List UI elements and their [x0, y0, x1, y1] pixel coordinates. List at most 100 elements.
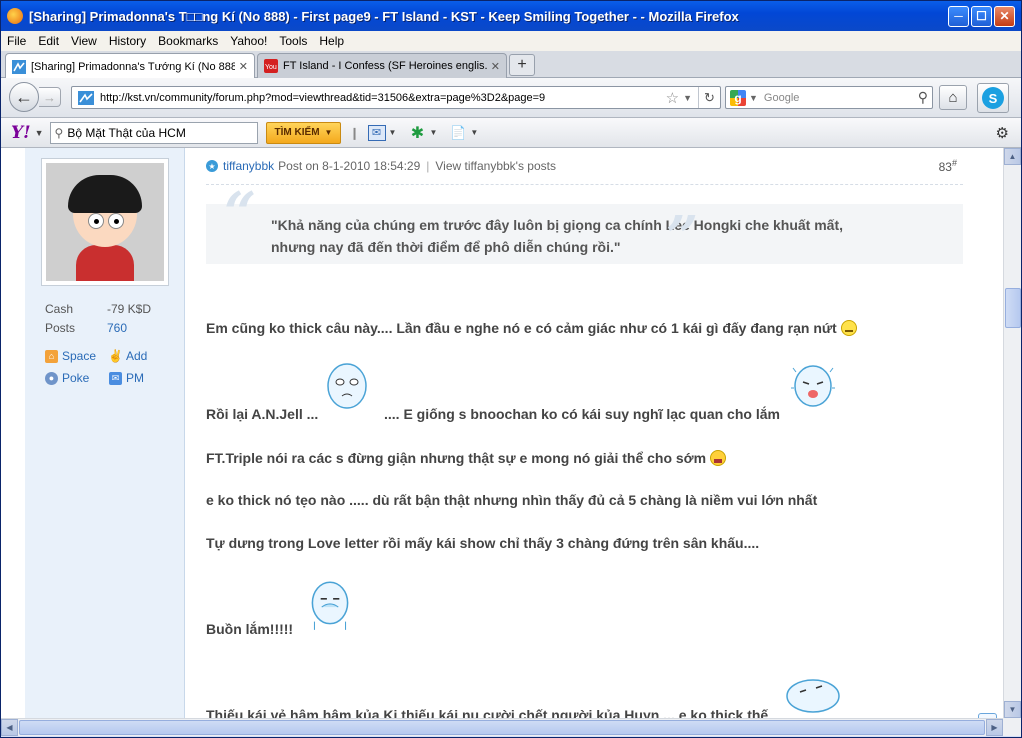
post-line: Em cũng ko thick câu này.... Lần đầu e n…	[206, 320, 857, 336]
menu-yahoo[interactable]: Yahoo!	[224, 34, 273, 48]
crying-blob-emoticon-icon	[791, 365, 835, 407]
scroll-right-arrow-icon[interactable]: ▶	[986, 719, 1003, 736]
post-date: Post on 8-1-2010 18:54:29	[278, 159, 421, 173]
pm-link[interactable]: ✉ PM	[109, 367, 173, 389]
menu-tools[interactable]: Tools	[273, 34, 313, 48]
page-content: Cash -79 K$D Posts 760 ⌂ Space ✌ Add ● Poke…	[1, 148, 1003, 718]
stat-posts: Posts 760	[45, 319, 151, 338]
forward-button[interactable]: →	[39, 87, 61, 107]
quote-line: nhưng nay đã đến thời điểm để phô diễn c…	[271, 239, 621, 255]
history-dropdown-icon[interactable]: ▼	[683, 93, 692, 103]
online-status-icon: ★	[206, 160, 218, 172]
scroll-down-arrow-icon[interactable]: ▼	[1004, 701, 1021, 718]
news-dropdown-icon[interactable]: ▼	[470, 128, 478, 137]
menu-edit[interactable]: Edit	[32, 34, 65, 48]
mail-icon[interactable]: ✉	[367, 124, 386, 141]
post-quote: “ ” "Khả năng của chúng em trước đây luô…	[206, 180, 963, 265]
address-bar[interactable]: http://kst.vn/community/forum.php?mod=vi…	[71, 86, 721, 109]
maximize-button[interactable]: ☐	[971, 5, 992, 27]
blob-emoticon-icon	[327, 363, 367, 409]
post-line: Rồi lại A.N.Jell ...	[206, 406, 319, 422]
menu-bar: File Edit View History Bookmarks Yahoo! …	[1, 31, 1021, 51]
scroll-up-arrow-icon[interactable]: ▲	[1004, 148, 1021, 165]
menu-help[interactable]: Help	[313, 34, 350, 48]
search-engine-dropdown-icon[interactable]: ▼	[749, 93, 758, 103]
navigation-toolbar: ← → http://kst.vn/community/forum.php?mo…	[1, 78, 1021, 118]
new-tab-button[interactable]: +	[509, 54, 535, 76]
menu-view[interactable]: View	[65, 34, 103, 48]
close-tab-icon[interactable]: ✕	[239, 60, 248, 73]
toolbar-separator-icon: ❙	[349, 125, 360, 140]
home-button[interactable]: ⌂	[939, 85, 967, 110]
sad-blob-emoticon-icon	[311, 581, 349, 630]
add-friend-link[interactable]: ✌ Add	[108, 345, 173, 367]
reload-icon[interactable]: ↻	[698, 87, 720, 108]
home-icon: ⌂	[45, 349, 58, 363]
post-number[interactable]: 83#	[939, 158, 957, 174]
poke-link[interactable]: ● Poke	[45, 367, 109, 389]
forum-post: ★ tiffanybbk Post on 8-1-2010 18:54:29 |…	[206, 148, 966, 718]
tab-youtube-label: FT Island - I Confess (SF Heroines engli…	[283, 60, 487, 72]
mail-dropdown-icon[interactable]: ▼	[389, 128, 397, 137]
news-icon[interactable]: 📄	[449, 125, 467, 141]
post-line: Buồn lắm!!!!!	[206, 621, 294, 637]
stat-cash: Cash -79 K$D	[45, 300, 151, 319]
quote-line: "Khả năng của chúng em trước đây luôn bị…	[271, 217, 844, 233]
horizontal-scroll-thumb[interactable]	[19, 720, 985, 735]
user-sidebar: Cash -79 K$D Posts 760 ⌂ Space ✌ Add ● Poke…	[25, 148, 185, 718]
vertical-scroll-thumb[interactable]	[1005, 288, 1021, 328]
menu-history[interactable]: History	[103, 34, 152, 48]
search-bar[interactable]: g ▼ Google ⚲	[725, 86, 933, 109]
space-link[interactable]: ⌂ Space	[45, 345, 109, 367]
post-line: e ko thick nó tẹo nào ..... dù rất bận t…	[206, 492, 818, 508]
menu-file[interactable]: File	[1, 34, 32, 48]
yahoo-search-button-label: TÌM KIẾM	[274, 127, 320, 138]
scroll-left-arrow-icon[interactable]: ◀	[1, 719, 18, 736]
avatar-image	[46, 163, 164, 281]
widget-icon[interactable]: ✱	[408, 125, 426, 142]
envelope-icon: ✉	[109, 371, 122, 385]
widget-dropdown-icon[interactable]: ▼	[429, 128, 437, 137]
user-stats: Cash -79 K$D Posts 760	[45, 300, 151, 338]
yahoo-menu-dropdown-icon[interactable]: ▼	[35, 128, 44, 138]
bookmark-star-icon[interactable]: ☆	[666, 89, 679, 107]
url-text[interactable]: http://kst.vn/community/forum.php?mod=vi…	[100, 92, 666, 104]
lying-blob-emoticon-icon	[786, 679, 840, 713]
stat-label: Posts	[45, 321, 76, 335]
open-quote-icon: “	[224, 180, 257, 246]
search-placeholder[interactable]: Google	[764, 92, 918, 104]
post-author-link[interactable]: tiffanybbk	[223, 159, 274, 173]
view-posts-link[interactable]: View tiffanybbk's posts	[435, 159, 556, 173]
avatar[interactable]	[41, 158, 169, 286]
menu-bookmarks[interactable]: Bookmarks	[152, 34, 224, 48]
window-title: [Sharing] Primadonna's T□□ng Kí (No 888)…	[29, 8, 739, 24]
skype-button[interactable]: S	[977, 83, 1009, 113]
kst-favicon-icon	[12, 59, 26, 74]
back-button[interactable]: ←	[9, 82, 39, 112]
yahoo-toolbar: Y! ▼ ⚲ Bộ Mặt Thật của HCM TÌM KIẾM ▼ ❙ …	[1, 118, 1021, 148]
yahoo-search-input[interactable]: ⚲ Bộ Mặt Thật của HCM	[49, 121, 258, 144]
smiley-emoticon-icon	[840, 320, 857, 336]
yahoo-search-value[interactable]: Bộ Mặt Thật của HCM	[67, 126, 186, 140]
search-icon[interactable]: ⚲	[918, 89, 928, 106]
svg-text:You: You	[265, 64, 277, 71]
title-bar: [Sharing] Primadonna's T□□ng Kí (No 888)…	[1, 1, 1021, 31]
horizontal-scrollbar[interactable]: ◀ ▶	[1, 718, 1003, 736]
google-icon[interactable]: g	[730, 89, 746, 106]
close-window-button[interactable]: ✕	[994, 5, 1015, 27]
yahoo-logo-icon[interactable]: Y!	[11, 123, 31, 143]
post-line: .... E giống s bnoochan ko có kái suy ng…	[384, 406, 780, 422]
firefox-logo-icon	[7, 8, 23, 24]
vertical-scrollbar[interactable]: ▲ ▼	[1003, 148, 1021, 718]
browser-window: [Sharing] Primadonna's T□□ng Kí (No 888)…	[0, 0, 1022, 738]
close-tab-icon[interactable]: ✕	[491, 60, 500, 73]
poke-icon: ●	[45, 371, 58, 385]
minimize-button[interactable]: ─	[948, 5, 969, 27]
gear-icon[interactable]: ⚙	[996, 124, 1009, 142]
tab-forum[interactable]: [Sharing] Primadonna's Tướng Kí (No 888.…	[5, 53, 255, 79]
stat-value-link[interactable]: 760	[107, 319, 127, 338]
post-line: FT.Triple nói ra các s đừng giận nhưng t…	[206, 450, 727, 466]
tab-youtube[interactable]: You FT Island - I Confess (SF Heroines e…	[257, 53, 507, 78]
post-line: Tự dưng trong Love letter rồi mấy kái sh…	[206, 535, 760, 551]
yahoo-search-button[interactable]: TÌM KIẾM ▼	[265, 121, 342, 144]
